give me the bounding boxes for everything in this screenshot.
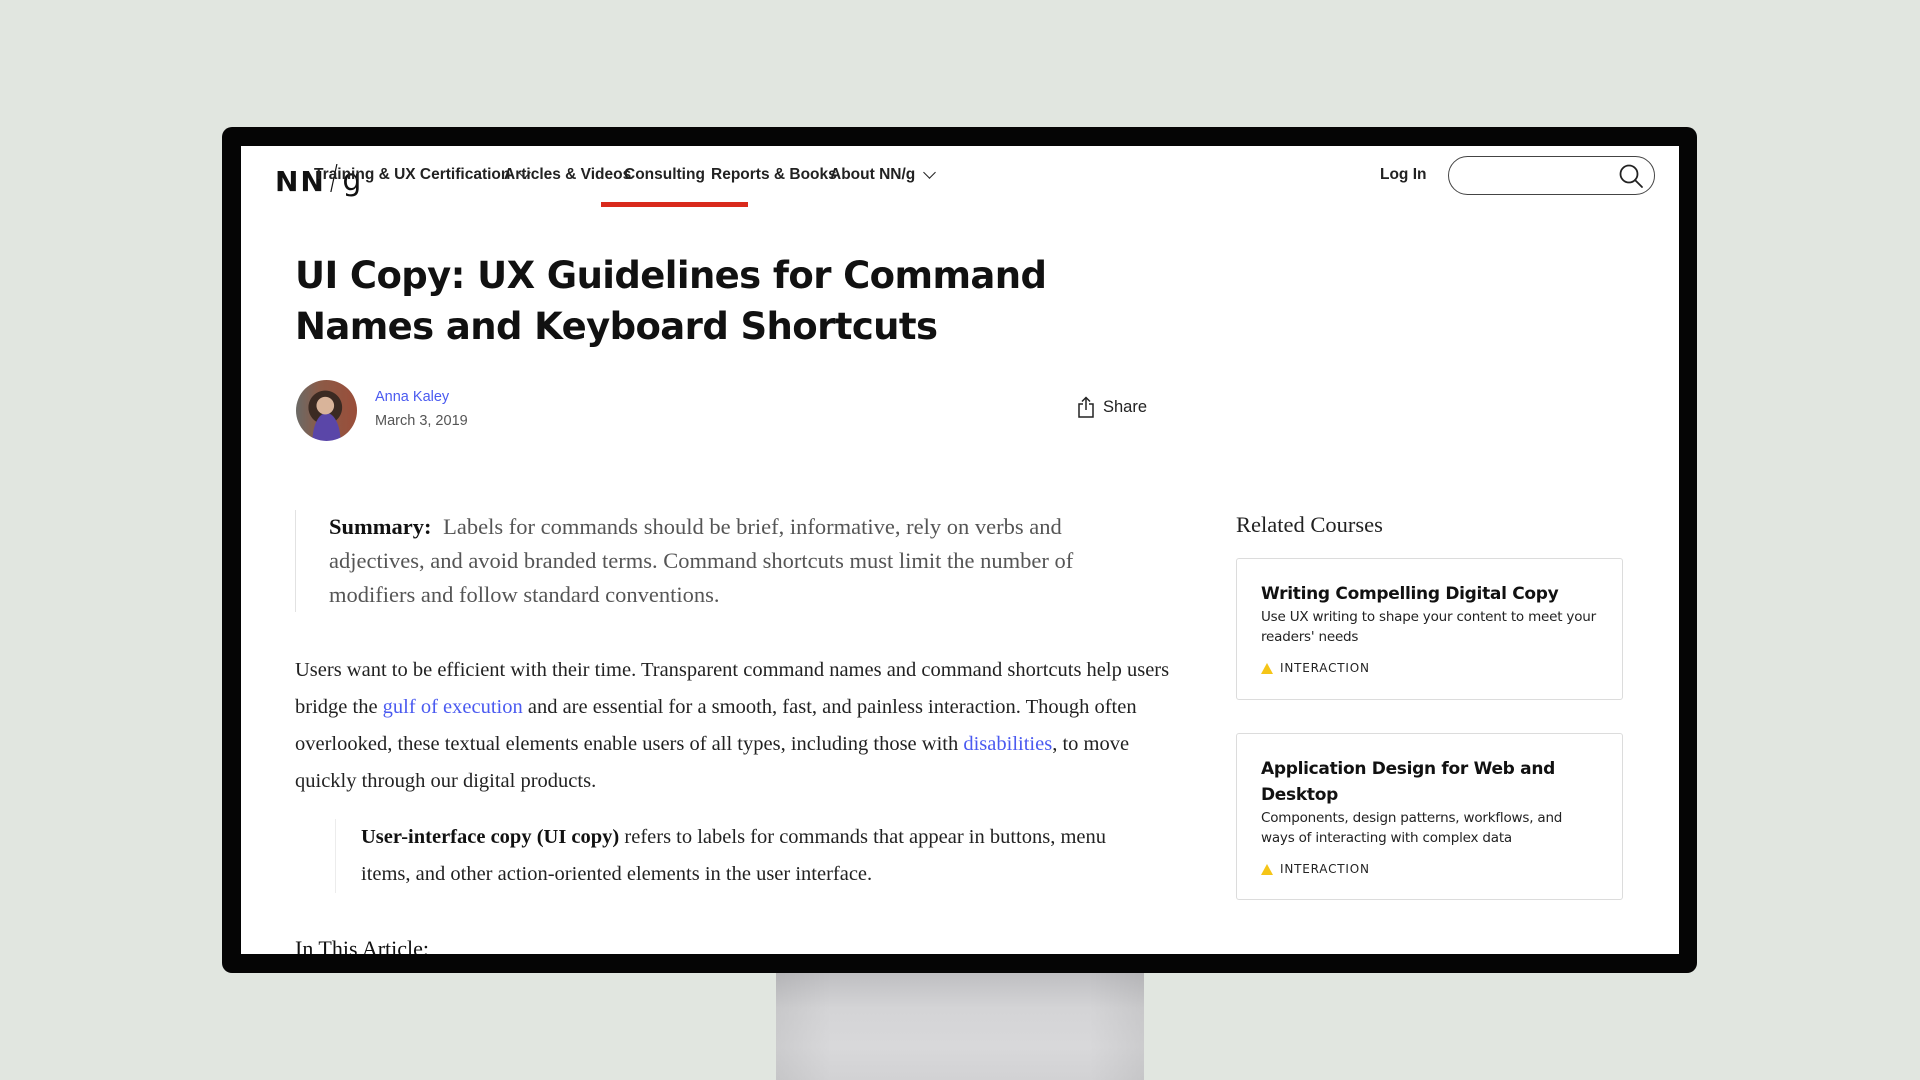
search-field[interactable]	[1448, 156, 1655, 195]
nav-articles-videos[interactable]: Articles & Videos	[504, 166, 631, 184]
author-avatar[interactable]	[296, 380, 357, 441]
browser-viewport: NN / g Training & UX Certification Article…	[241, 146, 1679, 954]
toc-heading: In This Article:	[295, 936, 430, 954]
definition-blockquote: User-interface copy (UI copy) refers to …	[335, 819, 1135, 893]
share-label: Share	[1103, 397, 1148, 416]
nav-about-nng[interactable]: About NN/g	[830, 166, 937, 184]
intro-paragraph: Users want to be efficient with their ti…	[295, 652, 1175, 800]
course-title[interactable]: Application Design for Web and Desktop	[1261, 756, 1599, 808]
course-card[interactable]: Writing Compelling Digital Copy Use UX w…	[1236, 558, 1623, 700]
article-title: UI Copy: UX Guidelines for Command Names…	[295, 254, 1047, 348]
nav-label: Reports & Books	[711, 166, 837, 183]
course-description: Use UX writing to shape your content to …	[1261, 609, 1596, 645]
nav-label: Articles & Videos	[504, 166, 632, 183]
triangle-icon	[1261, 662, 1273, 674]
nav-label: Consulting	[624, 166, 705, 183]
nav-label: Training & UX Certification	[314, 166, 511, 183]
search-icon[interactable]	[1618, 163, 1644, 189]
course-card[interactable]: Application Design for Web and Desktop C…	[1236, 733, 1623, 900]
login-link[interactable]: Log In	[1380, 166, 1427, 184]
course-tag-label: INTERACTION	[1280, 661, 1370, 675]
course-title[interactable]: Writing Compelling Digital Copy	[1261, 581, 1599, 607]
course-tag-label: INTERACTION	[1280, 862, 1370, 876]
search-input[interactable]	[1463, 163, 1607, 189]
gulf-of-execution-link[interactable]: gulf of execution	[383, 696, 523, 718]
course-description: Components, design patterns, workflows, …	[1261, 810, 1563, 846]
summary-label: Summary:	[329, 514, 432, 539]
share-button[interactable]: Share	[1077, 396, 1147, 418]
course-tag: INTERACTION	[1261, 661, 1599, 675]
article-summary: Summary: Labels for commands should be b…	[295, 510, 1155, 612]
definition-term: User-interface copy (UI copy)	[361, 826, 620, 848]
nav-consulting[interactable]: Consulting	[624, 166, 705, 184]
nav-label: About NN/g	[830, 166, 916, 183]
summary-text: Labels for commands should be brief, inf…	[329, 514, 1074, 607]
nav-reports-books[interactable]: Reports & Books	[711, 166, 837, 184]
course-tag: INTERACTION	[1261, 862, 1599, 876]
chevron-down-icon	[923, 166, 937, 179]
nav-training-certification[interactable]: Training & UX Certification	[314, 166, 532, 184]
related-courses-heading: Related Courses	[1236, 512, 1383, 537]
author-link[interactable]: Anna Kaley	[375, 389, 449, 405]
share-icon	[1078, 396, 1094, 418]
publish-date: March 3, 2019	[375, 413, 468, 429]
triangle-icon	[1261, 863, 1273, 875]
monitor-stand	[776, 970, 1144, 1080]
disabilities-link[interactable]: disabilities	[963, 733, 1052, 755]
active-nav-indicator	[601, 202, 748, 207]
